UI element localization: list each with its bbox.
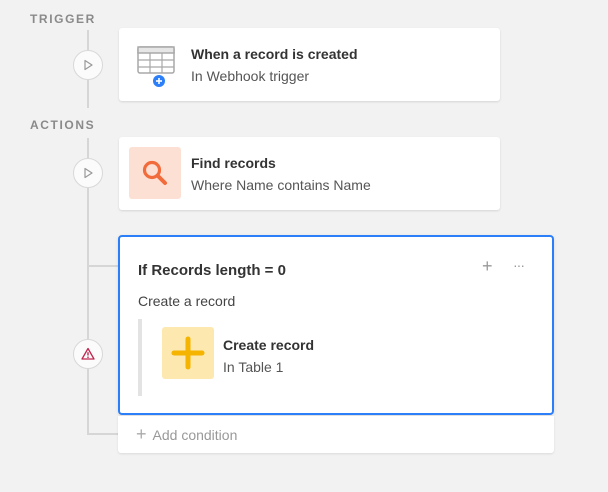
- condition-card[interactable]: If Records length = 0 + ··· Create a rec…: [118, 235, 554, 415]
- condition-warning-button[interactable]: [73, 339, 103, 369]
- find-records-title: Find records: [191, 155, 276, 171]
- condition-description: Create a record: [138, 293, 236, 309]
- warning-icon: [81, 347, 95, 360]
- trigger-rail-bottom: [87, 80, 89, 108]
- find-records-subtitle: Where Name contains Name: [191, 177, 371, 193]
- run-trigger-button[interactable]: [73, 50, 103, 80]
- add-condition-connector: [87, 433, 119, 435]
- create-record-subtitle: In Table 1: [223, 359, 284, 375]
- condition-branch-connector: [87, 265, 119, 267]
- play-icon: [84, 167, 93, 179]
- actions-rail-main: [87, 188, 89, 434]
- search-icon: [129, 147, 181, 199]
- find-records-card[interactable]: Find records Where Name contains Name: [119, 137, 500, 210]
- plus-icon: [162, 327, 214, 379]
- actions-rail-top: [87, 138, 89, 158]
- trigger-title: When a record is created: [191, 46, 358, 62]
- trigger-card[interactable]: When a record is created In Webhook trig…: [119, 28, 500, 101]
- run-action-button[interactable]: [73, 158, 103, 188]
- add-condition-label: Add condition: [152, 426, 238, 443]
- condition-title: If Records length = 0: [138, 262, 286, 279]
- trigger-section-label: TRIGGER: [30, 12, 96, 26]
- trigger-rail-top: [87, 30, 89, 50]
- play-icon: [84, 59, 93, 71]
- create-record-action[interactable]: Create record In Table 1: [162, 327, 522, 383]
- add-condition-button[interactable]: + Add condition: [118, 416, 554, 453]
- table-add-icon: [131, 39, 183, 91]
- plus-icon: +: [136, 424, 147, 444]
- actions-section-label: ACTIONS: [30, 118, 96, 132]
- add-icon[interactable]: +: [482, 257, 493, 275]
- more-options-icon[interactable]: ···: [513, 256, 525, 274]
- trigger-subtitle: In Webhook trigger: [191, 68, 310, 84]
- nested-action-rail: [138, 319, 142, 396]
- create-record-title: Create record: [223, 337, 315, 353]
